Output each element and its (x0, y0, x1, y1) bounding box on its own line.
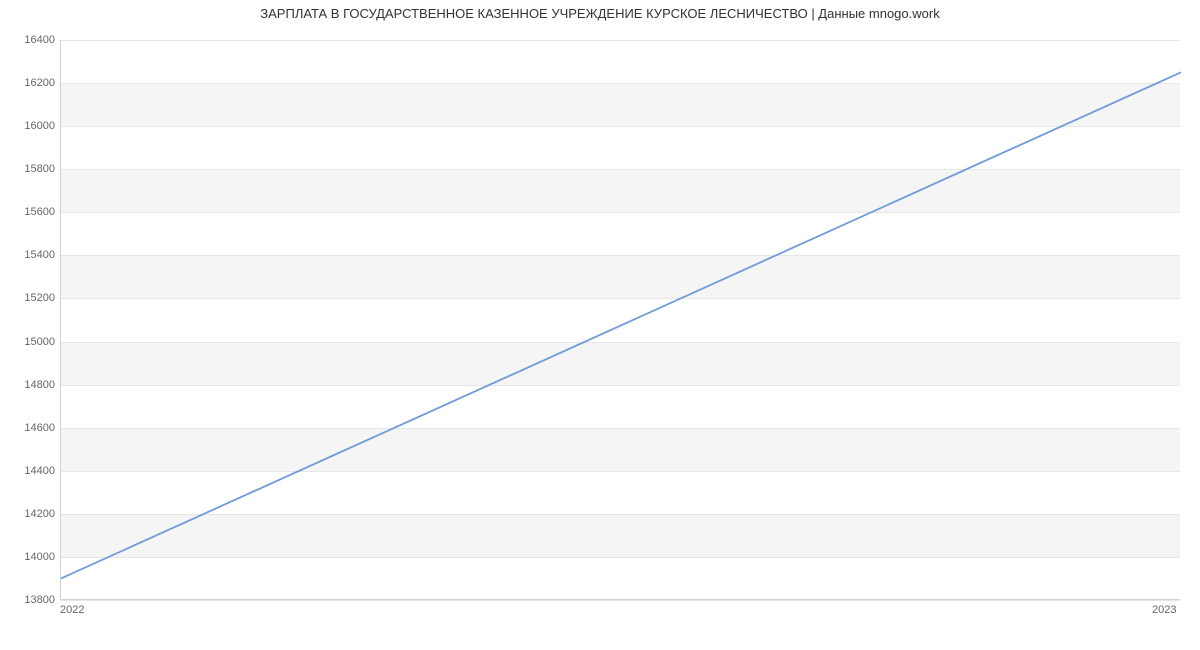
x-tick-label: 2023 (1152, 604, 1176, 616)
y-tick-label: 15400 (5, 249, 55, 261)
y-tick-label: 14800 (5, 379, 55, 391)
y-tick-label: 15000 (5, 336, 55, 348)
y-tick-label: 16400 (5, 34, 55, 46)
y-tick-label: 14200 (5, 508, 55, 520)
chart-container: ЗАРПЛАТА В ГОСУДАРСТВЕННОЕ КАЗЕННОЕ УЧРЕ… (0, 0, 1200, 650)
y-tick-label: 16200 (5, 77, 55, 89)
y-tick-label: 13800 (5, 594, 55, 606)
chart-title: ЗАРПЛАТА В ГОСУДАРСТВЕННОЕ КАЗЕННОЕ УЧРЕ… (0, 6, 1200, 21)
plot-area (60, 40, 1180, 600)
y-gridline (61, 600, 1180, 601)
x-tick-label: 2022 (60, 604, 84, 616)
y-tick-label: 14000 (5, 551, 55, 563)
y-tick-label: 14400 (5, 465, 55, 477)
y-tick-label: 16000 (5, 120, 55, 132)
y-tick-label: 15800 (5, 163, 55, 175)
y-tick-label: 15600 (5, 206, 55, 218)
y-tick-label: 15200 (5, 292, 55, 304)
y-tick-label: 14600 (5, 422, 55, 434)
line-layer (61, 40, 1180, 599)
series-line (61, 72, 1181, 578)
